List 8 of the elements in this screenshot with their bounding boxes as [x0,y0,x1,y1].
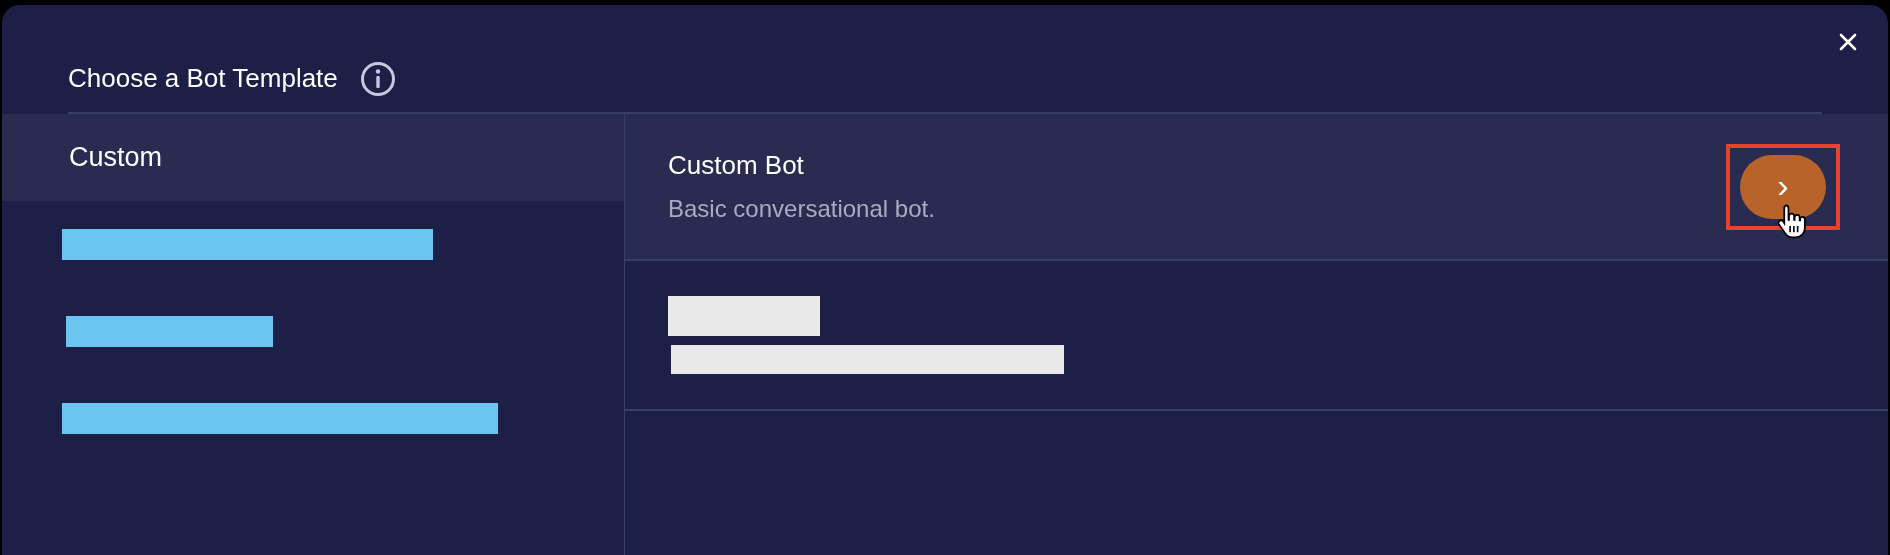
close-icon[interactable] [1838,32,1858,52]
dialog-title: Choose a Bot Template [68,63,338,95]
next-button[interactable]: › [1740,154,1826,219]
template-row[interactable]: Custom Bot Basic conversational bot. › [625,114,1888,261]
info-icon[interactable] [359,61,396,97]
category-item[interactable]: Custom [2,114,624,201]
template-description: Basic conversational bot. [668,195,935,223]
template-name: Custom Bot [668,150,805,181]
